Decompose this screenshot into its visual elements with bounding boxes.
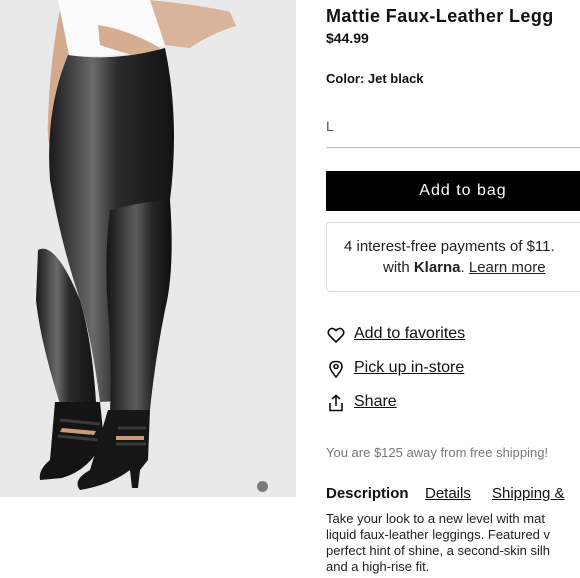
add-to-favorites-link[interactable]: Add to favorites	[354, 325, 465, 343]
description-line: and a high-rise fit.	[326, 559, 430, 574]
carousel-dot[interactable]	[257, 481, 268, 492]
tab-shipping[interactable]: Shipping &	[492, 485, 565, 502]
klarna-payments-text: 4 interest-free payments of $11.	[344, 238, 555, 255]
klarna-payment-box: 4 interest-free payments of $11. with Kl…	[326, 222, 580, 292]
klarna-brand: Klarna	[413, 259, 461, 276]
pick-up-in-store-link[interactable]: Pick up in-store	[354, 359, 464, 377]
tab-description[interactable]: Description	[326, 485, 409, 502]
product-details-panel: Mattie Faux-Leather Legg $44.99 Color: J…	[326, 0, 580, 578]
product-price: $44.99	[326, 30, 369, 46]
size-select[interactable]: L	[326, 115, 580, 148]
product-description: Take your look to a new level with mat l…	[326, 511, 580, 575]
klarna-with-text: with	[383, 259, 414, 276]
product-image[interactable]	[0, 0, 296, 497]
share-link[interactable]: Share	[354, 393, 397, 411]
klarna-line: with Klarna. Learn more	[383, 259, 546, 276]
klarna-learn-more-link[interactable]: Learn more	[469, 259, 546, 276]
product-title: Mattie Faux-Leather Legg	[326, 6, 554, 26]
tab-details[interactable]: Details	[425, 485, 471, 502]
add-to-bag-button[interactable]: Add to bag	[326, 171, 580, 211]
free-shipping-note: You are $125 away from free shipping!	[326, 445, 549, 460]
klarna-period: .	[460, 259, 469, 276]
heart-icon	[327, 327, 345, 344]
share-icon	[329, 394, 343, 412]
description-line: Take your look to a new level with mat	[326, 511, 545, 526]
product-photo-leggings	[36, 0, 236, 490]
description-line: perfect hint of shine, a second-skin sil…	[326, 543, 551, 558]
color-label: Color: Jet black	[326, 71, 424, 86]
description-line: liquid faux-leather leggings. Featured v	[326, 527, 551, 542]
size-value: L	[326, 118, 334, 134]
location-pin-icon	[329, 360, 343, 378]
